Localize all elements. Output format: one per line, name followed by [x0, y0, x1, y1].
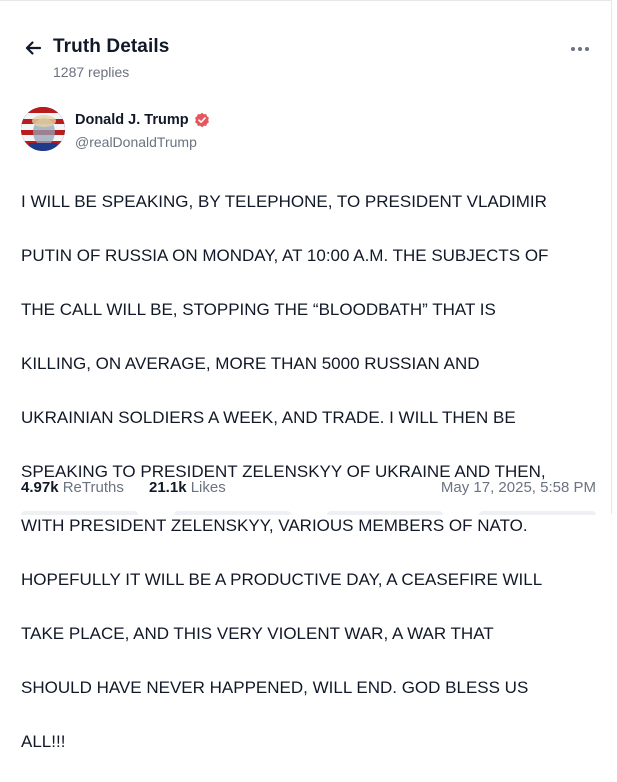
- post-line: THE CALL WILL BE, STOPPING THE “BLOODBAT…: [21, 300, 496, 319]
- post-line: TAKE PLACE, AND THIS VERY VIOLENT WAR, A…: [21, 624, 494, 643]
- author-handle[interactable]: @realDonaldTrump: [75, 134, 197, 150]
- post-stats: 4.97k ReTruths 21.1k Likes May 17, 2025,…: [21, 479, 596, 499]
- post-timestamp: May 17, 2025, 5:58 PM: [440, 479, 596, 496]
- action-slot: [21, 511, 138, 515]
- likes-label: Likes: [190, 479, 226, 496]
- post-body: I WILL BE SPEAKING, BY TELEPHONE, TO PRE…: [21, 161, 596, 782]
- post-line: KILLING, ON AVERAGE, MORE THAN 5000 RUSS…: [21, 354, 480, 373]
- page-title: Truth Details: [53, 36, 170, 57]
- more-options-button[interactable]: [565, 37, 595, 61]
- post-line: ALL!!!: [21, 732, 66, 751]
- truth-details-panel: Truth Details 1287 replies Donald J. Tru…: [0, 0, 612, 751]
- retruths-count: 4.97k: [21, 479, 59, 496]
- retruths-stat[interactable]: 4.97k ReTruths: [21, 479, 124, 496]
- post-line: PUTIN OF RUSSIA ON MONDAY, AT 10:00 A.M.…: [21, 246, 549, 265]
- post-line: I WILL BE SPEAKING, BY TELEPHONE, TO PRE…: [21, 192, 547, 211]
- reply-count: 1287 replies: [53, 64, 130, 80]
- action-slot: [173, 511, 291, 515]
- post-line: UKRAINIAN SOLDIERS A WEEK, AND TRADE. I …: [21, 408, 516, 427]
- verified-badge-icon: [194, 112, 210, 128]
- action-bar-edge: [21, 511, 596, 515]
- post-author: Donald J. Trump @realDonaldTrump: [21, 107, 581, 155]
- back-button[interactable]: [20, 35, 46, 61]
- post-line: HOPEFULLY IT WILL BE A PRODUCTIVE DAY, A…: [21, 570, 543, 589]
- page-header: Truth Details 1287 replies: [20, 35, 595, 87]
- author-name-text: Donald J. Trump: [75, 112, 189, 128]
- avatar[interactable]: [21, 107, 65, 151]
- arrow-left-icon: [25, 41, 42, 55]
- post-line: WITH PRESIDENT ZELENSKYY, VARIOUS MEMBER…: [21, 516, 528, 535]
- action-slot: [326, 511, 444, 515]
- author-name[interactable]: Donald J. Trump: [75, 112, 210, 128]
- action-slot: [479, 511, 596, 515]
- likes-count: 21.1k: [149, 479, 187, 496]
- post-line: SHOULD HAVE NEVER HAPPENED, WILL END. GO…: [21, 678, 529, 697]
- likes-stat[interactable]: 21.1k Likes: [149, 479, 226, 496]
- retruths-label: ReTruths: [62, 479, 124, 496]
- more-horizontal-icon: [571, 47, 575, 51]
